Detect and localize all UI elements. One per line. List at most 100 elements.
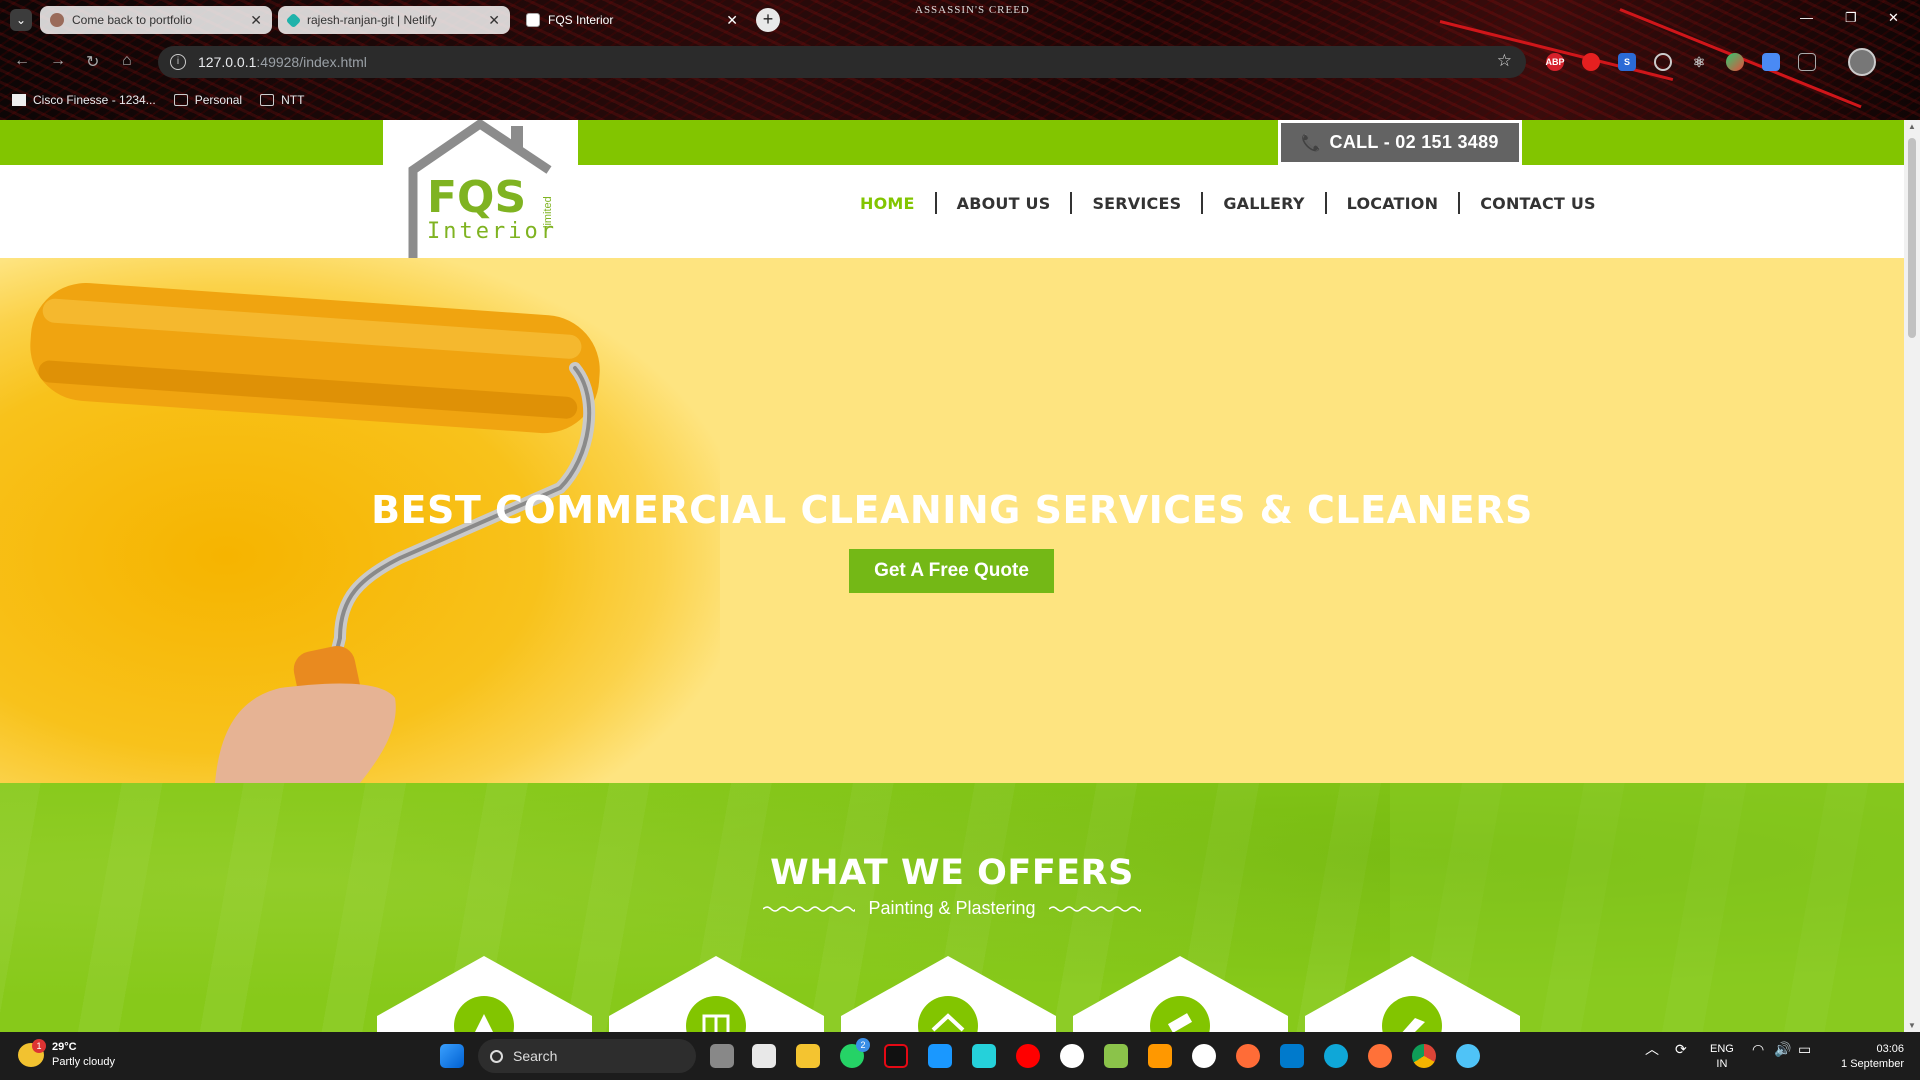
vscode-icon[interactable] [1280,1044,1304,1068]
bookmark-folder-ntt[interactable]: NTT [260,93,304,107]
youtube-music-icon[interactable] [1016,1044,1040,1068]
adblock-plus-icon[interactable]: ABP [1546,53,1565,71]
volume-icon[interactable]: 🔊 [1774,1042,1791,1057]
call-label: CALL - 02 151 3489 [1329,132,1499,152]
weather-icon: 1 [18,1039,46,1067]
service-card-windows[interactable] [609,956,824,1032]
scroll-up-icon[interactable]: ▲ [1908,122,1916,131]
phone-icon: 📞 [1301,134,1322,152]
scroll-down-icon[interactable]: ▼ [1908,1021,1916,1030]
react-devtools-icon[interactable]: ⚛ [1690,53,1708,71]
folder-icon [173,94,188,106]
scrollbar-thumb[interactable] [1908,138,1916,338]
tab-title: rajesh-ranjan-git | Netlify [307,13,437,27]
nav-gallery[interactable]: GALLERY [1223,194,1304,213]
nav-about-us[interactable]: ABOUT US [957,194,1051,213]
back-icon[interactable]: ← [14,52,30,70]
address-bar[interactable]: i 127.0.0.1:49928/index.html ☆ [158,46,1526,78]
chrome-icon[interactable] [1412,1044,1436,1068]
site-info-icon[interactable]: i [170,54,186,70]
search-label: Search [513,1048,558,1064]
service-card-cleaning[interactable] [1305,956,1520,1032]
store-icon[interactable] [752,1044,776,1068]
close-icon[interactable]: ✕ [726,12,738,29]
globe-app-icon[interactable] [1456,1044,1480,1068]
offers-subtitle: Painting & Plastering [868,898,1036,918]
sync-icon[interactable]: ⟳ [1675,1042,1687,1057]
offers-title: WHAT WE OFFERS [770,853,1134,893]
avatar-favicon-icon [50,13,64,27]
bookmark-star-icon[interactable]: ☆ [1497,51,1512,71]
url-path: :49928/index.html [256,54,367,70]
language-indicator[interactable]: ENG IN [1710,1042,1734,1072]
service-card-painting[interactable] [1073,956,1288,1032]
github-icon[interactable] [1060,1044,1084,1068]
minimize-icon[interactable]: — [1800,10,1813,25]
extension-doc-icon[interactable] [1762,53,1780,71]
tab-strip: ⌄ Come back to portfolio ✕ rajesh-ranjan… [0,0,1920,40]
extension-target-icon[interactable] [1654,53,1672,71]
page-scrollbar[interactable]: ▲ ▼ [1904,120,1920,1032]
whatsapp-icon[interactable]: 2 [840,1038,870,1068]
top-green-bar [0,120,1904,165]
service-card-home[interactable] [841,956,1056,1032]
wifi-icon[interactable]: ◠ [1752,1042,1764,1057]
lang-bottom: IN [1716,1058,1728,1070]
sublime-text-icon[interactable] [1148,1044,1172,1068]
browser-chrome: ⌄ Come back to portfolio ✕ rajesh-ranjan… [0,0,1920,120]
mongodb-compass-icon[interactable] [1192,1044,1216,1068]
tab-search-button[interactable]: ⌄ [10,9,32,31]
bookmark-label: Cisco Finesse - 1234... [33,93,156,107]
postman-icon[interactable] [1236,1044,1260,1068]
nav-contact-us[interactable]: CONTACT US [1480,194,1596,213]
close-icon[interactable]: ✕ [488,12,500,29]
nav-location[interactable]: LOCATION [1347,194,1439,213]
new-tab-button[interactable]: + [756,8,780,32]
notepad-icon[interactable] [1104,1044,1128,1068]
call-button[interactable]: 📞 CALL - 02 151 3489 [1278,120,1522,165]
windows-start-icon[interactable] [440,1044,464,1068]
free-quote-button[interactable]: Get A Free Quote [849,549,1054,593]
home-icon[interactable]: ⌂ [122,52,132,70]
tab-portfolio[interactable]: Come back to portfolio ✕ [40,6,272,34]
battery-icon[interactable]: ▭ [1798,1042,1811,1057]
page-favicon-icon [526,13,540,27]
extension-s-icon[interactable]: S [1618,53,1636,71]
folder-icon [260,94,275,106]
bookmarks-bar: Cisco Finesse - 1234... Personal NTT [0,88,310,112]
restore-icon[interactable]: ❐ [1845,10,1857,26]
weather-widget[interactable]: 1 29°C Partly cloudy [18,1039,115,1070]
file-explorer-icon[interactable] [796,1044,820,1068]
reload-icon[interactable]: ↻ [86,52,99,72]
clock-date: 1 September [1841,1058,1904,1070]
weather-badge: 1 [32,1039,46,1053]
extension-red-icon[interactable] [1582,53,1600,71]
url-host: 127.0.0.1 [198,54,257,70]
tab-title: Come back to portfolio [72,13,193,27]
nav-services[interactable]: SERVICES [1092,194,1181,213]
task-view-icon[interactable] [710,1044,734,1068]
firefox-icon[interactable] [1368,1044,1392,1068]
close-window-icon[interactable]: ✕ [1888,10,1899,26]
tray-overflow-icon[interactable]: ︿ [1645,1042,1659,1057]
bookmark-folder-personal[interactable]: Personal [173,93,242,107]
clock[interactable]: 03:06 1 September [1826,1042,1904,1072]
forward-icon[interactable]: → [50,52,66,70]
site-logo[interactable]: FQS Interior limited [383,120,578,258]
profile-avatar[interactable] [1848,48,1876,76]
nav-home[interactable]: HOME [860,194,915,213]
amazon-music-icon[interactable] [972,1044,996,1068]
edge-icon[interactable] [1324,1044,1348,1068]
tab-netlify[interactable]: rajesh-ranjan-git | Netlify ✕ [278,6,510,34]
tab-fqs-interior[interactable]: FQS Interior ✕ [516,6,748,34]
extension-color-icon[interactable] [1726,53,1744,71]
close-icon[interactable]: ✕ [250,12,262,29]
cisco-favicon-icon [12,94,26,106]
netflix-icon[interactable] [884,1044,908,1068]
service-card-plastering[interactable] [377,956,592,1032]
taskbar-search[interactable]: Search [478,1039,696,1073]
bookmark-cisco[interactable]: Cisco Finesse - 1234... [12,93,156,107]
offers-subtitle-row: Painting & Plastering [0,898,1904,919]
prime-video-icon[interactable] [928,1044,952,1068]
extensions-puzzle-icon[interactable] [1798,53,1816,71]
